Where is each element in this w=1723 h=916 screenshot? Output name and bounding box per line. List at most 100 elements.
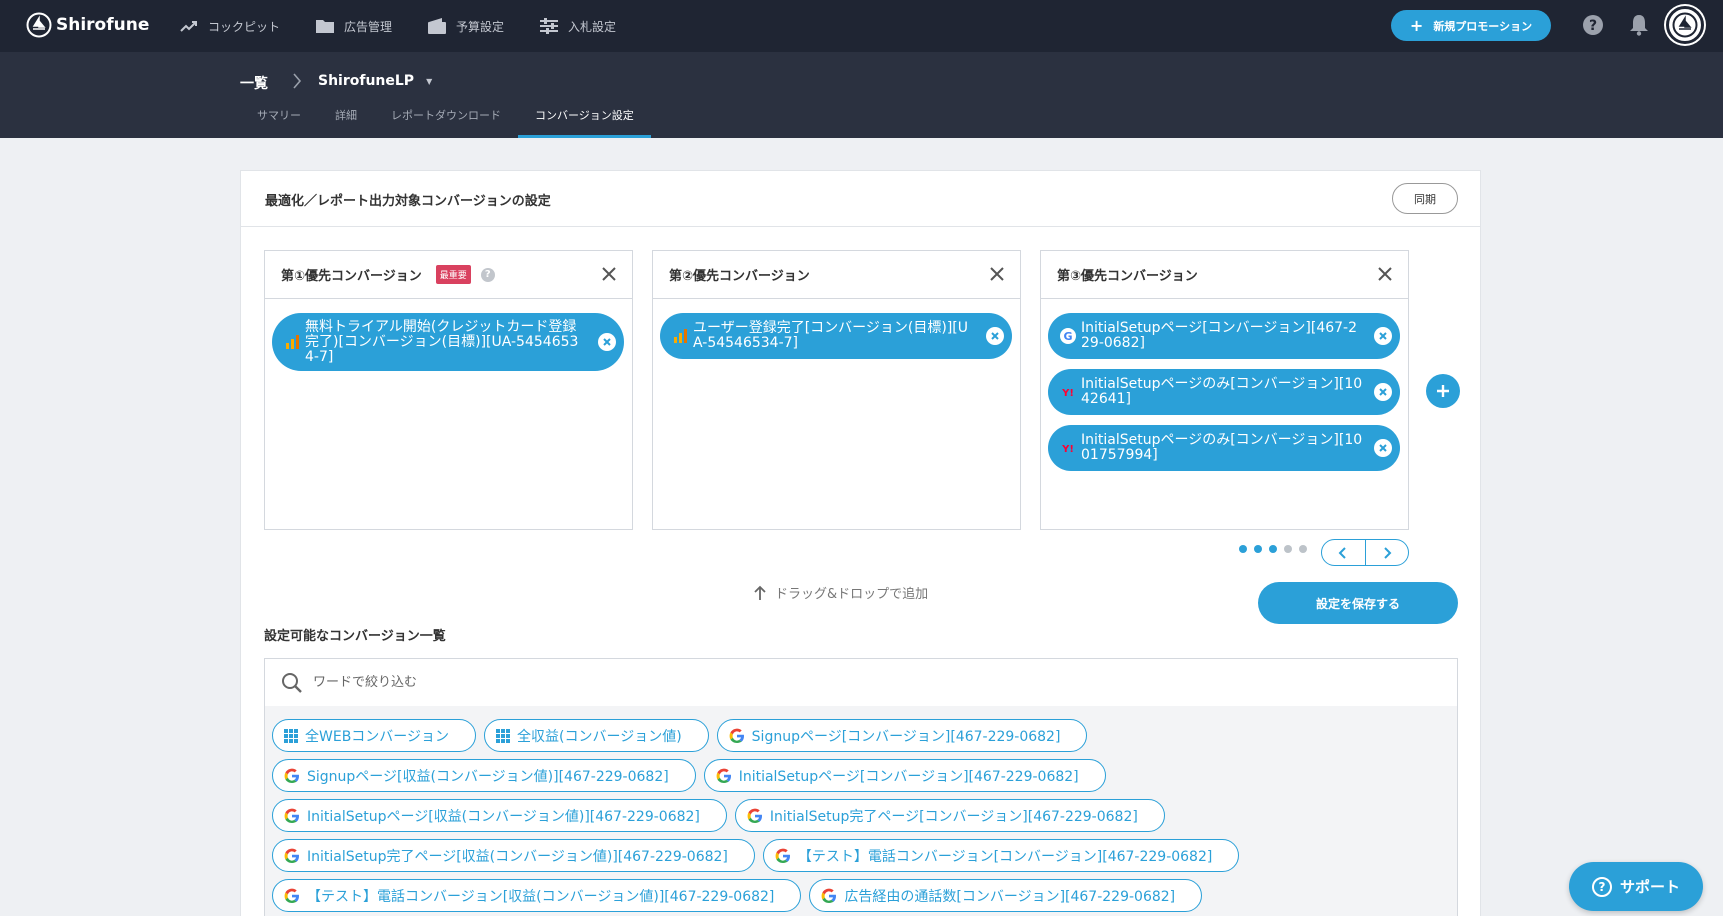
conversion-chip[interactable]: 【テスト】電話コンバージョン[コンバージョン][467-229-0682]: [762, 839, 1240, 872]
conversion-chip-label: Signupページ[コンバージョン][467-229-0682]: [751, 728, 1061, 745]
conversion-settings-card: 最適化／レポート出力対象コンバージョンの設定 同期 第①優先コンバージョン 最重…: [240, 170, 1481, 916]
filter-input[interactable]: [313, 675, 1213, 690]
selected-conversion-pill[interactable]: ユーザー登録完了[コンバージョン(目標)][U A-54546534-7]: [660, 313, 1012, 359]
shirofune-logo-icon: [26, 12, 52, 38]
available-conversions-list: 全WEBコンバージョン 全収益(コンバージョン値) Signupページ[コンバージョ…: [264, 706, 1458, 916]
priority-slot-3[interactable]: 第③優先コンバージョン G InitialSetupページ[コンバージョン][4…: [1040, 250, 1409, 530]
slot-pagination-dots: [1239, 545, 1314, 553]
svg-text:G: G: [1063, 330, 1072, 343]
selected-conversion-pill[interactable]: Y! InitialSetupページのみ[コンバージョン][10 0175799…: [1048, 425, 1400, 471]
tab-report-download[interactable]: レポートダウンロード: [374, 100, 518, 138]
conversion-chip[interactable]: 全収益(コンバージョン値): [484, 719, 709, 752]
selected-conversion-pill[interactable]: Y! InitialSetupページのみ[コンバージョン][10 42641]: [1048, 369, 1400, 415]
bell-icon: [1630, 15, 1648, 36]
most-important-badge: 最重要: [435, 265, 471, 284]
save-settings-button[interactable]: 設定を保存する: [1258, 582, 1458, 624]
page-dot[interactable]: [1284, 545, 1292, 553]
conversion-chip[interactable]: 【テスト】電話コンバージョン[収益(コンバージョン値)][467-229-068…: [272, 879, 802, 912]
remove-icon[interactable]: [1374, 439, 1392, 457]
nav-ad-management[interactable]: 広告管理: [316, 18, 392, 35]
tab-conversion-settings[interactable]: コンバージョン設定: [518, 100, 651, 138]
sync-button[interactable]: 同期: [1392, 183, 1458, 214]
nav-label: 予算設定: [456, 19, 505, 34]
close-icon[interactable]: [1376, 265, 1394, 283]
close-icon[interactable]: [988, 265, 1006, 283]
remove-icon[interactable]: [986, 327, 1004, 345]
sliders-icon: [540, 18, 559, 34]
conversion-chip[interactable]: InitialSetupページ[コンバージョン][467-229-0682]: [703, 759, 1106, 792]
google-icon: [284, 768, 299, 783]
support-label: サポート: [1619, 878, 1680, 896]
chevron-right-icon: [1384, 546, 1392, 559]
help-icon[interactable]: ?: [480, 267, 495, 282]
selected-conversion-pill[interactable]: G InitialSetupページ[コンバージョン][467-2 29-0682…: [1048, 313, 1400, 359]
page-dot[interactable]: [1254, 545, 1262, 553]
remove-icon[interactable]: [598, 333, 616, 351]
selected-conversion-pill[interactable]: 無料トライアル開始(クレジットカード登録 完了)[コンバージョン(目標)][UA…: [272, 313, 624, 371]
chip-row: 全WEBコンバージョン 全収益(コンバージョン値) Signupページ[コンバージョ…: [272, 719, 1457, 752]
pill-label-line: 無料トライアル開始(クレジットカード登録: [305, 318, 577, 335]
nav-label: コックピット: [208, 19, 281, 34]
add-slot-button[interactable]: [1426, 374, 1460, 408]
google-icon: [729, 728, 744, 743]
tab-detail[interactable]: 詳細: [318, 100, 374, 138]
svg-text:Y!: Y!: [1061, 388, 1074, 399]
nav-cockpit[interactable]: コックピット: [180, 18, 280, 35]
conversion-chip[interactable]: Signupページ[収益(コンバージョン値)][467-229-0682]: [272, 759, 696, 792]
app-logo[interactable]: Shirofune: [26, 12, 149, 38]
available-conversions-title: 設定可能なコンバージョン一覧: [264, 629, 446, 644]
prev-button[interactable]: [1322, 540, 1366, 565]
card-title: 最適化／レポート出力対象コンバージョンの設定: [265, 194, 551, 209]
filter-search-box: [264, 658, 1458, 707]
notifications-button[interactable]: [1627, 13, 1651, 37]
arrow-up-icon: [754, 585, 766, 600]
remove-icon[interactable]: [1374, 383, 1392, 401]
conversion-chip[interactable]: 全WEBコンバージョン: [272, 719, 477, 752]
conversion-chip[interactable]: InitialSetupページ[収益(コンバージョン値)][467-229-06…: [272, 799, 727, 832]
yahoo-icon: Y!: [1061, 444, 1074, 455]
user-avatar[interactable]: [1666, 6, 1704, 44]
conversion-chip-label: 【テスト】電話コンバージョン[収益(コンバージョン値)][467-229-068…: [307, 888, 775, 905]
close-icon[interactable]: [600, 265, 618, 283]
slot-title: 第①優先コンバージョン: [281, 269, 422, 284]
support-button[interactable]: ? サポート: [1569, 862, 1703, 911]
new-promotion-button[interactable]: + 新規プロモーション: [1391, 10, 1551, 41]
avatar-logo-icon: [1672, 12, 1698, 38]
priority-slot-2[interactable]: 第②優先コンバージョン ユーザー登録完了[コンバージョン(目標)][U A-54…: [652, 250, 1021, 530]
conversion-chip-label: InitialSetup完了ページ[コンバージョン][467-229-0682]: [769, 808, 1138, 825]
chip-row: InitialSetupページ[収益(コンバージョン値)][467-229-06…: [272, 799, 1457, 832]
conversion-chip-label: 全WEBコンバージョン: [305, 728, 450, 745]
nav-budget-settings[interactable]: 予算設定: [428, 18, 504, 35]
tab-summary[interactable]: サマリー: [240, 100, 318, 138]
help-button[interactable]: ?: [1581, 13, 1605, 37]
main-nav: コックピット 広告管理 予算設定 入札設定: [180, 0, 652, 52]
breadcrumb-root[interactable]: 一覧: [240, 73, 268, 93]
conversion-chip[interactable]: InitialSetup完了ページ[収益(コンバージョン値)][467-229-…: [272, 839, 755, 872]
nav-bid-settings[interactable]: 入札設定: [540, 18, 616, 35]
page-dot[interactable]: [1239, 545, 1247, 553]
remove-icon[interactable]: [1374, 327, 1392, 345]
page-dot[interactable]: [1269, 545, 1277, 553]
pill-label-line: InitialSetupページのみ[コンバージョン][10: [1081, 432, 1363, 448]
priority-slot-1[interactable]: 第①優先コンバージョン 最重要 ? 無料トライアル開始(クレジットカード登録 完…: [264, 250, 633, 530]
google-icon: [821, 888, 837, 903]
google-icon: [747, 808, 762, 823]
caret-down-icon: ▼: [426, 76, 433, 86]
page-dot[interactable]: [1299, 545, 1307, 553]
pill-label-line: InitialSetupページ[コンバージョン][467-2: [1081, 320, 1357, 336]
breadcrumb-current[interactable]: ShirofuneLP ▼: [318, 73, 432, 89]
slot-title: 第②優先コンバージョン: [669, 269, 810, 284]
conversion-chip[interactable]: 広告経由の通話数[コンバージョン][467-229-0682]: [809, 879, 1203, 912]
pill-label-line: 4-7]: [305, 348, 334, 365]
next-button[interactable]: [1366, 540, 1409, 565]
pill-label-line: 01757994]: [1081, 447, 1158, 463]
slot-pager: [1321, 539, 1409, 566]
sub-header: 一覧 ShirofuneLP ▼ サマリー 詳細 レポートダウンロード コンバー…: [0, 52, 1723, 138]
conversion-chip[interactable]: Signupページ[コンバージョン][467-229-0682]: [716, 719, 1088, 752]
trending-up-icon: [180, 21, 197, 32]
wallet-icon: [428, 18, 447, 34]
conversion-chip[interactable]: InitialSetup完了ページ[コンバージョン][467-229-0682]: [734, 799, 1165, 832]
drag-drop-hint-label: ドラッグ&ドロップで追加: [775, 587, 929, 602]
drag-drop-hint: ドラッグ&ドロップで追加: [753, 583, 928, 602]
analytics-icon: [286, 335, 299, 349]
